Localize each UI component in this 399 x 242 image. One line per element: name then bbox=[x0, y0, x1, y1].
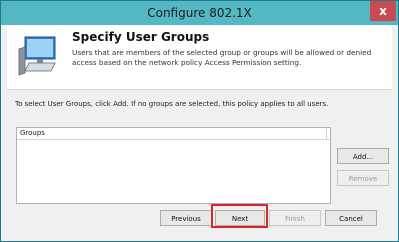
wizard-header: Specify User Groups Users that are membe… bbox=[7, 25, 392, 90]
page-description: Users that are members of the selected g… bbox=[72, 48, 372, 67]
wizard-content: Specify User Groups Users that are membe… bbox=[7, 25, 392, 235]
instruction-text: To select User Groups, click Add. If no … bbox=[15, 100, 329, 108]
computer-icon bbox=[18, 36, 56, 76]
cancel-button[interactable]: Cancel bbox=[325, 210, 377, 226]
previous-button[interactable]: Previous bbox=[160, 210, 212, 226]
page-title: Specify User Groups bbox=[72, 30, 210, 44]
finish-button[interactable]: Finish bbox=[269, 210, 321, 226]
list-header: Groups bbox=[17, 128, 330, 140]
window-title: Configure 802.1X bbox=[147, 6, 252, 20]
close-button[interactable]: x bbox=[370, 1, 396, 21]
column-header-groups[interactable]: Groups bbox=[20, 128, 45, 139]
add-button[interactable]: Add... bbox=[337, 148, 389, 164]
next-highlight-box bbox=[211, 204, 268, 228]
groups-list[interactable]: Groups bbox=[16, 127, 331, 204]
title-bar: Configure 802.1X x bbox=[1, 1, 398, 25]
wizard-window: Configure 802.1X x Specify User Groups U… bbox=[0, 0, 399, 242]
column-divider[interactable] bbox=[326, 128, 327, 139]
remove-button[interactable]: Remove bbox=[337, 170, 389, 186]
